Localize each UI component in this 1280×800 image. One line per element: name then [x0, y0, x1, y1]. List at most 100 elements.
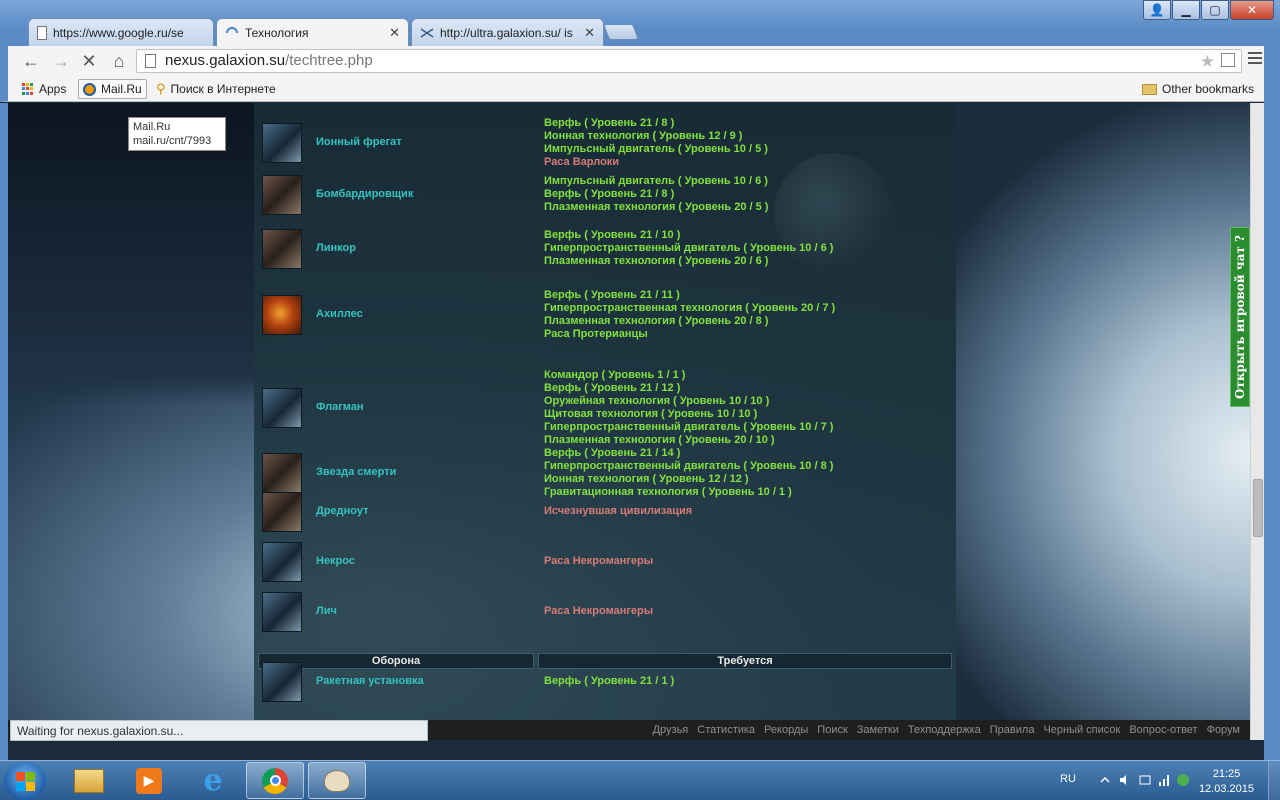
scrollbar-thumb[interactable] [1253, 479, 1263, 537]
footer-link[interactable]: Статистика [697, 724, 755, 736]
language-indicator[interactable]: RU [1060, 773, 1076, 785]
maximize-button[interactable]: ▢ [1201, 0, 1229, 20]
internet-explorer-icon: e [203, 763, 223, 798]
chrome-icon [262, 767, 288, 794]
ie-taskbar-button[interactable]: e [184, 762, 242, 799]
close-icon[interactable]: ✕ [389, 25, 400, 41]
tab-ultra-galaxion[interactable]: http://ultra.galaxion.su/ is ✕ [411, 18, 604, 46]
requirement-item: Плазменная технология ( Уровень 20 / 5 ) [544, 201, 769, 213]
requirements-list: Верфь ( Уровень 21 / 14 ) Гиперпространст… [544, 447, 833, 499]
search-icon: ⚲ [156, 81, 166, 96]
unit-name-link[interactable]: Дредноут [316, 505, 369, 517]
footer-link[interactable]: Друзья [653, 724, 689, 736]
bookmark-mailru[interactable]: Mail.Ru [78, 79, 147, 99]
bookmarks-bar: Apps Mail.Ru ⚲ Поиск в Интернете Other b… [0, 76, 1280, 102]
unit-image[interactable] [262, 228, 302, 269]
unit-image[interactable] [262, 174, 302, 215]
requirements-list: Импульсный двигатель ( Уровень 10 / 6 ) В… [544, 175, 768, 214]
bookmark-label: Other bookmarks [1162, 82, 1255, 96]
bookmark-star-icon[interactable]: ★ [1200, 51, 1215, 73]
requirement-item: Гиперпространственный двигатель ( Уровен… [544, 421, 834, 433]
back-button[interactable]: ← [20, 51, 42, 71]
window-border-right [1264, 46, 1280, 760]
explorer-taskbar-button[interactable] [60, 762, 118, 799]
requirement-item: Верфь ( Уровень 21 / 1 ) [544, 675, 675, 687]
stop-button[interactable]: ✕ [78, 51, 100, 71]
user-icon[interactable]: 👤 [1143, 0, 1171, 20]
unit-image[interactable] [262, 453, 302, 493]
requirement-item: Раса Варлоки [544, 156, 620, 168]
unit-name-link[interactable]: Ракетная установка [316, 675, 424, 687]
unit-image[interactable] [262, 491, 302, 532]
unit-image[interactable] [262, 541, 302, 582]
requirement-item: Гиперпространственная технология ( Урове… [544, 302, 836, 314]
techtree-panel: Ионный фрегат Верфь ( Уровень 21 / 8 ) Ион… [254, 103, 956, 720]
requirement-item: Верфь ( Уровень 21 / 8 ) [544, 188, 675, 200]
media-player-icon: ▶ [136, 767, 162, 794]
footer-link[interactable]: Поиск [817, 724, 847, 736]
unit-image[interactable] [262, 591, 302, 632]
unit-name-link[interactable]: Бомбардировщик [316, 188, 413, 200]
action-center-icon[interactable] [1138, 773, 1152, 787]
tab-label: http://ultra.galaxion.su/ is [440, 25, 573, 40]
unit-name-link[interactable]: Лич [316, 605, 337, 617]
show-desktop-button[interactable] [1268, 761, 1280, 800]
requirement-item: Импульсный двигатель ( Уровень 10 / 5 ) [544, 143, 768, 155]
tab-technology[interactable]: Технология ✕ [216, 18, 409, 47]
forward-button[interactable]: → [50, 51, 72, 71]
footer-link[interactable]: Рекорды [764, 724, 808, 736]
chrome-menu-icon[interactable] [1248, 52, 1262, 66]
bookmark-label: Mail.Ru [101, 82, 142, 96]
requirement-item: Раса Некромангеры [544, 555, 654, 567]
home-button[interactable]: ⌂ [108, 51, 130, 71]
requirement-item: Плазменная технология ( Уровень 20 / 8 ) [544, 315, 769, 327]
folder-icon [1142, 83, 1157, 95]
unit-name-link[interactable]: Линкор [316, 242, 356, 254]
footer-link[interactable]: Вопрос-ответ [1129, 724, 1197, 736]
requirement-item: Гиперпространственный двигатель ( Уровен… [544, 242, 834, 254]
bookmark-label: Apps [39, 82, 67, 96]
requires-header: Требуется [538, 653, 952, 669]
clock[interactable]: 21:25 12.03.2015 [1199, 767, 1254, 797]
footer-link[interactable]: Техподдержка [908, 724, 981, 736]
requirements-list: Верфь ( Уровень 21 / 10 ) Гиперпространст… [544, 229, 833, 268]
unit-name-link[interactable]: Звезда смерти [316, 466, 396, 478]
show-hidden-icons-icon[interactable] [1098, 773, 1112, 787]
tab-google[interactable]: https://www.google.ru/se [28, 18, 214, 46]
unit-name-link[interactable]: Флагман [316, 401, 364, 413]
requirement-item: Гравитационная технология ( Уровень 10 /… [544, 486, 792, 498]
address-bar[interactable]: nexus.galaxion.su/techtree.php ★ [136, 49, 1242, 73]
window-controls: 👤 ▁ ▢ ✕ [1142, 0, 1274, 20]
network-icon[interactable] [1158, 773, 1172, 787]
translate-icon[interactable] [1221, 53, 1235, 67]
unit-image[interactable] [262, 661, 302, 702]
vertical-scrollbar[interactable] [1250, 103, 1264, 740]
close-icon[interactable]: ✕ [584, 25, 595, 41]
mailru-icon [83, 82, 96, 96]
requirements-list: Раса Некромангеры [544, 605, 653, 618]
unit-image[interactable] [262, 388, 302, 428]
footer-link[interactable]: Черный список [1043, 724, 1120, 736]
bookmark-other[interactable]: Other bookmarks [1138, 79, 1258, 99]
unit-image[interactable] [262, 123, 302, 163]
bookmark-apps[interactable]: Apps [18, 79, 70, 99]
bookmark-search[interactable]: ⚲ Поиск в Интернете [152, 79, 280, 99]
unit-image[interactable] [262, 295, 302, 335]
paint-taskbar-button[interactable] [308, 762, 366, 799]
update-icon[interactable] [1176, 773, 1190, 787]
new-tab-button[interactable] [603, 24, 639, 40]
minimize-button[interactable]: ▁ [1172, 0, 1200, 20]
media-player-taskbar-button[interactable]: ▶ [120, 762, 178, 799]
footer-link[interactable]: Заметки [857, 724, 899, 736]
chrome-taskbar-button[interactable] [246, 762, 304, 799]
open-game-chat-button[interactable]: Открыть игровой чат ? [1230, 227, 1250, 407]
footer-link[interactable]: Правила [990, 724, 1035, 736]
start-button[interactable] [4, 762, 46, 800]
unit-name-link[interactable]: Ионный фрегат [316, 136, 402, 148]
footer-link[interactable]: Форум [1207, 724, 1240, 736]
unit-name-link[interactable]: Ахиллес [316, 308, 363, 320]
volume-icon[interactable] [1118, 773, 1132, 787]
requirement-item: Раса Протерианцы [544, 328, 648, 340]
unit-name-link[interactable]: Некрос [316, 555, 355, 567]
close-window-button[interactable]: ✕ [1230, 0, 1274, 20]
